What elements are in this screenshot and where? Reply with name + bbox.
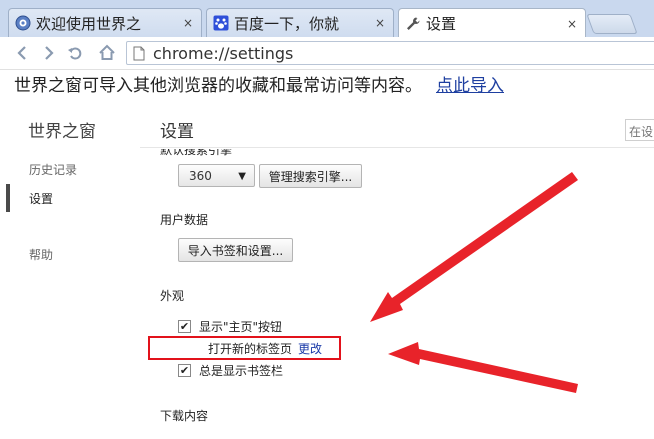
new-tab-button[interactable] — [586, 14, 638, 34]
import-bookmarks-button[interactable]: 导入书签和设置... — [178, 238, 293, 262]
import-now-link[interactable]: 点此导入 — [436, 71, 504, 96]
search-engine-select[interactable]: 360 ▼ — [178, 164, 255, 187]
settings-sidebar: 世界之窗 历史记录 设置 帮助 — [0, 97, 140, 439]
address-bar[interactable]: chrome://settings — [126, 41, 654, 65]
home-page-value: 打开新的标签页 — [208, 342, 293, 356]
browser-globe-icon — [15, 15, 31, 31]
user-data-heading: 用户数据 — [160, 213, 209, 227]
back-button[interactable] — [12, 42, 34, 64]
tab-baidu[interactable]: 百度一下，你就 × — [206, 8, 394, 37]
always-show-bookmarks-row[interactable]: ✔ 总是显示书签栏 — [178, 362, 283, 379]
sidebar-item-history[interactable]: 历史记录 — [29, 161, 77, 178]
search-engine-value: 360 — [189, 168, 212, 183]
tab-title: 欢迎使用世界之 — [36, 14, 142, 33]
home-button[interactable] — [96, 42, 118, 64]
dropdown-caret-icon: ▼ — [238, 171, 246, 182]
always-show-bookmarks-label: 总是显示书签栏 — [199, 364, 284, 378]
toolbar: chrome://settings — [0, 37, 654, 70]
forward-arrow-icon — [45, 46, 54, 60]
baidu-paw-icon — [213, 15, 229, 31]
settings-main: 默认搜索引擎 设置 360 ▼ 管理搜索引擎... 用户数据 导入书签和设置..… — [140, 97, 654, 439]
home-icon — [99, 44, 115, 60]
tab-title: 百度一下，你就 — [234, 14, 340, 33]
sidebar-item-help[interactable]: 帮助 — [29, 246, 53, 263]
sidebar-item-settings[interactable]: 设置 — [29, 190, 53, 207]
sidebar-selection-indicator — [6, 184, 10, 212]
show-home-button-label: 显示"主页"按钮 — [199, 320, 283, 334]
wrench-icon — [405, 16, 421, 32]
import-message: 世界之窗可导入其他浏览器的收藏和最常访问等内容。 — [14, 75, 422, 96]
tab-close-icon[interactable]: × — [373, 16, 387, 30]
forward-button[interactable] — [38, 42, 60, 64]
home-page-row: 打开新的标签页 更改 — [208, 340, 322, 357]
tab-settings[interactable]: 设置 × — [398, 8, 586, 37]
tab-close-icon[interactable]: × — [565, 17, 579, 31]
sidebar-brand: 世界之窗 — [28, 122, 96, 142]
tab-strip: 欢迎使用世界之 × 百度一下，你就 × 设置 × — [0, 0, 654, 37]
settings-search-input[interactable] — [625, 119, 654, 141]
downloads-heading: 下载内容 — [160, 409, 209, 423]
header-divider — [140, 147, 654, 148]
change-home-page-link[interactable]: 更改 — [298, 340, 322, 357]
settings-header: 设置 — [140, 97, 654, 149]
tab-title: 设置 — [426, 15, 457, 33]
undo-icon — [68, 47, 82, 60]
back-arrow-icon — [17, 46, 26, 60]
manage-search-engines-button[interactable]: 管理搜索引擎... — [259, 164, 362, 188]
show-home-button-row[interactable]: ✔ 显示"主页"按钮 — [178, 318, 282, 335]
tab-close-icon[interactable]: × — [181, 16, 195, 30]
page-title: 设置 — [160, 122, 194, 142]
checkbox-checked-icon[interactable]: ✔ — [178, 364, 191, 377]
import-infobar: 世界之窗可导入其他浏览器的收藏和最常访问等内容。 点此导入 — [0, 69, 654, 97]
tab-welcome[interactable]: 欢迎使用世界之 × — [8, 8, 202, 37]
appearance-heading: 外观 — [160, 289, 185, 303]
address-text: chrome://settings — [153, 43, 294, 63]
checkbox-checked-icon[interactable]: ✔ — [178, 320, 191, 333]
undo-close-button[interactable] — [64, 42, 86, 64]
page-icon — [133, 46, 149, 61]
